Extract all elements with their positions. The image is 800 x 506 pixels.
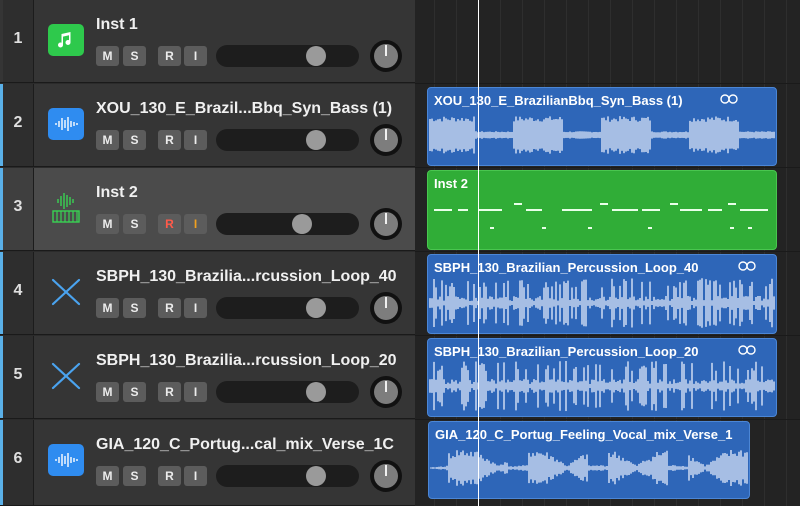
record-enable-button[interactable]: R [158, 298, 181, 318]
volume-slider-handle[interactable] [306, 130, 326, 150]
input-monitor-button[interactable]: I [184, 298, 207, 318]
mute-button[interactable]: M [96, 298, 119, 318]
waveform-icon[interactable] [48, 444, 84, 476]
midi-region[interactable]: Inst 2 [427, 170, 777, 250]
tracks-area[interactable]: XOU_130_E_BrazilianBbq_Syn_Bass (1) Inst… [415, 0, 800, 506]
waveform [429, 116, 775, 154]
drumsticks-icon[interactable] [48, 276, 84, 308]
input-monitor-button[interactable]: I [184, 130, 207, 150]
mute-button[interactable]: M [96, 466, 119, 486]
track-name[interactable]: SBPH_130_Brazilia...rcussion_Loop_40 [96, 268, 397, 286]
track-header-5[interactable]: 5 SBPH_130_Brazilia...rcussion_Loop_20 M… [0, 336, 415, 419]
volume-slider-handle[interactable] [292, 214, 312, 234]
keyboard-icon[interactable] [48, 192, 84, 224]
volume-slider[interactable] [216, 213, 359, 235]
volume-slider[interactable] [216, 129, 359, 151]
loop-icon [738, 261, 756, 271]
volume-slider-handle[interactable] [306, 382, 326, 402]
mute-button[interactable]: M [96, 214, 119, 234]
track-header-6[interactable]: 6 GIA_120_C_Portug...cal_mix_Verse_1C M … [0, 420, 415, 506]
record-enable-button[interactable]: R [158, 46, 181, 66]
pan-knob[interactable] [370, 40, 402, 72]
volume-slider-handle[interactable] [306, 466, 326, 486]
track-header-1[interactable]: 1 Inst 1 M S R I [0, 0, 415, 83]
pan-knob[interactable] [370, 460, 402, 492]
track-header-2[interactable]: 2 XOU_130_E_Brazil...Bbq_Syn_Bass (1) M … [0, 84, 415, 167]
pan-knob[interactable] [370, 124, 402, 156]
audio-region[interactable]: GIA_120_C_Portug_Feeling_Vocal_mix_Verse… [428, 421, 750, 499]
solo-button[interactable]: S [123, 214, 146, 234]
track-number: 2 [13, 114, 23, 131]
volume-slider-handle[interactable] [306, 298, 326, 318]
track-name[interactable]: Inst 1 [96, 16, 138, 34]
playhead[interactable] [478, 0, 479, 506]
volume-slider[interactable] [216, 465, 359, 487]
loop-icon [738, 345, 756, 355]
waveform [429, 278, 775, 328]
track-header-3[interactable]: 3 Inst 2 M S R I [0, 168, 415, 251]
record-enable-button[interactable]: R [158, 382, 181, 402]
audio-region[interactable]: SBPH_130_Brazilian_Percussion_Loop_40 [427, 254, 777, 334]
track-name[interactable]: Inst 2 [96, 184, 138, 202]
input-monitor-button[interactable]: I [184, 382, 207, 402]
track-number: 6 [13, 450, 23, 467]
solo-button[interactable]: S [123, 382, 146, 402]
track-headers: 1 Inst 1 M S R I 2 XOU_130_E_Brazil...Bb… [0, 0, 415, 506]
track-number: 5 [13, 366, 23, 383]
mute-button[interactable]: M [96, 130, 119, 150]
track-number: 4 [13, 282, 23, 299]
volume-slider-handle[interactable] [306, 46, 326, 66]
record-enable-button[interactable]: R [158, 130, 181, 150]
volume-slider[interactable] [216, 45, 359, 67]
track-name[interactable]: GIA_120_C_Portug...cal_mix_Verse_1C [96, 436, 394, 454]
track-number: 1 [13, 30, 23, 47]
drumsticks-icon[interactable] [48, 360, 84, 392]
track-header-4[interactable]: 4 SBPH_130_Brazilia...rcussion_Loop_40 M… [0, 252, 415, 335]
pan-knob[interactable] [370, 292, 402, 324]
mute-button[interactable]: M [96, 382, 119, 402]
input-monitor-button[interactable]: I [184, 46, 207, 66]
volume-slider[interactable] [216, 297, 359, 319]
pan-knob[interactable] [370, 376, 402, 408]
solo-button[interactable]: S [123, 130, 146, 150]
input-monitor-button[interactable]: I [184, 214, 207, 234]
region-title: XOU_130_E_BrazilianBbq_Syn_Bass (1) [434, 93, 683, 108]
input-monitor-button[interactable]: I [184, 466, 207, 486]
record-enable-button[interactable]: R [158, 466, 181, 486]
track-name[interactable]: SBPH_130_Brazilia...rcussion_Loop_20 [96, 352, 397, 370]
solo-button[interactable]: S [123, 46, 146, 66]
waveform [429, 360, 775, 412]
audio-region[interactable]: XOU_130_E_BrazilianBbq_Syn_Bass (1) [427, 87, 777, 166]
volume-slider[interactable] [216, 381, 359, 403]
record-enable-button[interactable]: R [158, 214, 181, 234]
pan-knob[interactable] [370, 208, 402, 240]
solo-button[interactable]: S [123, 466, 146, 486]
track-number: 3 [13, 198, 23, 215]
loop-icon [720, 94, 738, 104]
mute-button[interactable]: M [96, 46, 119, 66]
music-note-icon[interactable] [48, 24, 84, 56]
waveform-icon[interactable] [48, 108, 84, 140]
midi-notes [434, 203, 768, 229]
region-title: SBPH_130_Brazilian_Percussion_Loop_40 [434, 260, 699, 275]
solo-button[interactable]: S [123, 298, 146, 318]
audio-region[interactable]: SBPH_130_Brazilian_Percussion_Loop_20 [427, 338, 777, 417]
track-name[interactable]: XOU_130_E_Brazil...Bbq_Syn_Bass (1) [96, 100, 392, 118]
region-title: SBPH_130_Brazilian_Percussion_Loop_20 [434, 344, 699, 359]
